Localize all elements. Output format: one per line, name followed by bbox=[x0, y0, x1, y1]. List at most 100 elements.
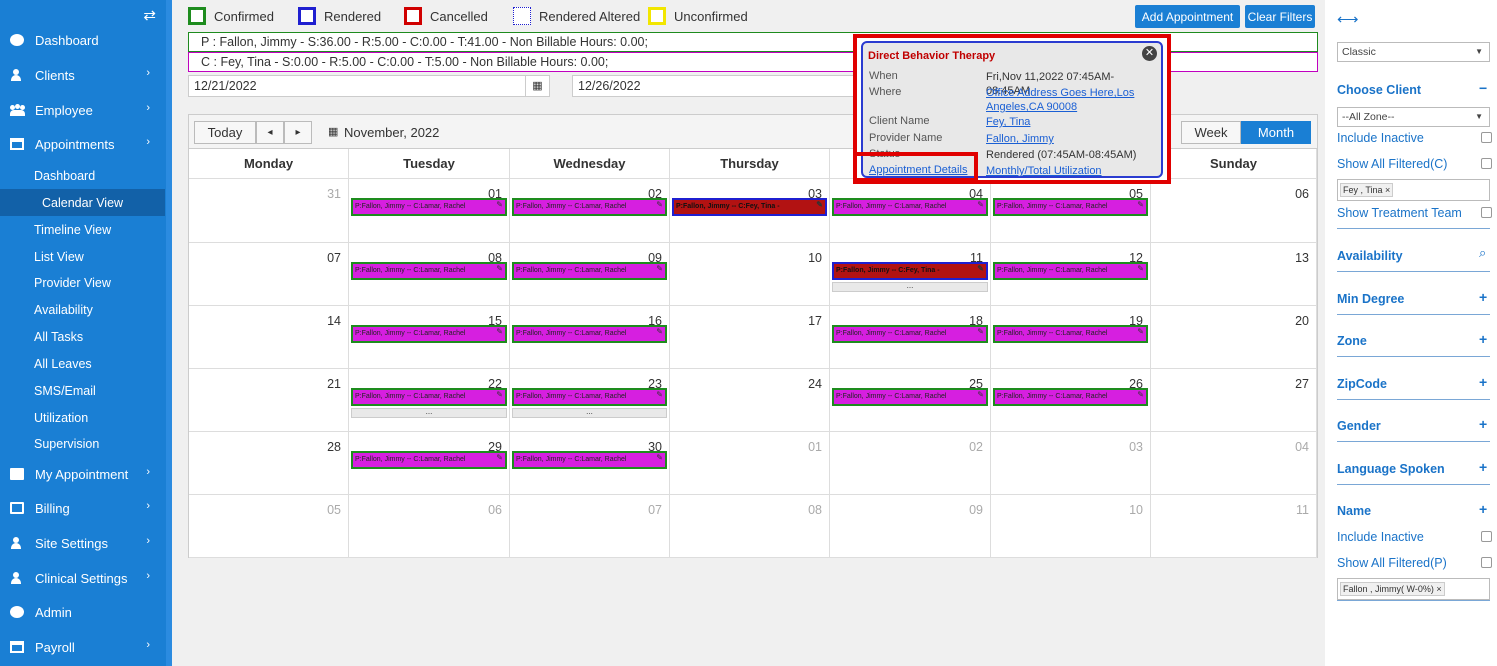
day-cell[interactable]: 20 bbox=[1151, 306, 1317, 369]
appointment-event[interactable]: P:Fallon, Jimmy -- C:Lamar, Rachel ✎ bbox=[351, 451, 507, 469]
day-cell[interactable]: 01 bbox=[670, 432, 830, 495]
day-cell[interactable]: 16 P:Fallon, Jimmy -- C:Lamar, Rachel ✎ bbox=[510, 306, 670, 369]
day-cell[interactable]: 03 bbox=[991, 432, 1151, 495]
show-all-filtered-p-checkbox[interactable] bbox=[1481, 557, 1492, 568]
day-cell[interactable]: 21 bbox=[189, 369, 349, 432]
day-cell[interactable]: 09 P:Fallon, Jimmy -- C:Lamar, Rachel ✎ bbox=[510, 243, 670, 306]
prev-month-button[interactable]: ◂ bbox=[256, 121, 284, 144]
edit-icon[interactable]: ✎ bbox=[496, 390, 503, 402]
show-all-filtered-c-checkbox[interactable] bbox=[1481, 158, 1492, 169]
appointment-event[interactable]: P:Fallon, Jimmy -- C:Lamar, Rachel ✎ bbox=[993, 325, 1148, 343]
day-cell[interactable]: 24 bbox=[670, 369, 830, 432]
day-cell[interactable]: 27 bbox=[1151, 369, 1317, 432]
sidebar-item-clients[interactable]: Clients › bbox=[0, 58, 166, 92]
clear-filters-button[interactable]: Clear Filters bbox=[1245, 5, 1315, 28]
day-cell[interactable]: 02 bbox=[830, 432, 991, 495]
appointment-event[interactable]: P:Fallon, Jimmy -- C:Lamar, Rachel ✎ bbox=[512, 388, 667, 406]
day-cell[interactable]: 18 P:Fallon, Jimmy -- C:Lamar, Rachel ✎ bbox=[830, 306, 991, 369]
sidebar-item-billing[interactable]: Billing › bbox=[0, 491, 166, 525]
popup-client-link[interactable]: Fey, Tina bbox=[986, 115, 1156, 129]
edit-icon[interactable]: ✎ bbox=[496, 453, 503, 465]
zone-label[interactable]: Zone bbox=[1337, 334, 1367, 348]
availability-label[interactable]: Availability bbox=[1337, 249, 1403, 263]
include-inactive-checkbox[interactable] bbox=[1481, 132, 1492, 143]
edit-icon[interactable]: ✎ bbox=[816, 200, 823, 212]
appointment-event[interactable]: P:Fallon, Jimmy -- C:Lamar, Rachel ✎ bbox=[351, 198, 507, 216]
expand-icon[interactable]: + bbox=[1479, 374, 1487, 390]
edit-icon[interactable]: ✎ bbox=[656, 200, 663, 212]
day-cell[interactable]: 15 P:Fallon, Jimmy -- C:Lamar, Rachel ✎ bbox=[349, 306, 510, 369]
appointment-event[interactable]: P:Fallon, Jimmy -- C:Lamar, Rachel ✎ bbox=[351, 262, 507, 280]
sidebar-item-dashboard[interactable]: Dashboard bbox=[0, 23, 166, 57]
appointment-event[interactable]: P:Fallon, Jimmy -- C:Fey, Tina - ✎ bbox=[672, 198, 827, 216]
day-cell[interactable]: 08 bbox=[670, 495, 830, 558]
sidebar-sub-list-view[interactable]: List View bbox=[0, 243, 166, 270]
appointment-event[interactable]: P:Fallon, Jimmy -- C:Fey, Tina - ✎ bbox=[832, 262, 988, 280]
sidebar-item-clinical-settings[interactable]: Clinical Settings › bbox=[0, 561, 166, 595]
expand-icon[interactable]: + bbox=[1479, 331, 1487, 347]
day-cell[interactable]: 10 bbox=[991, 495, 1151, 558]
calendar-picker-icon[interactable]: ▦ bbox=[525, 76, 549, 96]
sidebar-sub-all-leaves[interactable]: All Leaves bbox=[0, 350, 166, 377]
edit-icon[interactable]: ✎ bbox=[977, 390, 984, 402]
show-treatment-team-checkbox[interactable] bbox=[1481, 207, 1492, 218]
sidebar-sub-utilization[interactable]: Utilization bbox=[0, 404, 166, 431]
edit-icon[interactable]: ✎ bbox=[496, 327, 503, 339]
client-tag[interactable]: Fey , Tina × bbox=[1340, 183, 1394, 197]
day-cell[interactable]: 14 bbox=[189, 306, 349, 369]
day-cell[interactable]: 22 P:Fallon, Jimmy -- C:Lamar, Rachel ✎... bbox=[349, 369, 510, 432]
day-cell[interactable]: 25 P:Fallon, Jimmy -- C:Lamar, Rachel ✎ bbox=[830, 369, 991, 432]
more-events-button[interactable]: ... bbox=[832, 282, 988, 292]
gender-label[interactable]: Gender bbox=[1337, 419, 1381, 433]
edit-icon[interactable]: ✎ bbox=[656, 264, 663, 276]
appointment-event[interactable]: P:Fallon, Jimmy -- C:Lamar, Rachel ✎ bbox=[351, 325, 507, 343]
edit-icon[interactable]: ✎ bbox=[977, 200, 984, 212]
appointment-event[interactable]: P:Fallon, Jimmy -- C:Lamar, Rachel ✎ bbox=[993, 198, 1148, 216]
popup-provider-link[interactable]: Fallon, Jimmy bbox=[986, 132, 1156, 146]
day-cell[interactable]: 19 P:Fallon, Jimmy -- C:Lamar, Rachel ✎ bbox=[991, 306, 1151, 369]
client-tag-input[interactable]: Fey , Tina × bbox=[1337, 179, 1490, 201]
day-cell[interactable]: 13 bbox=[1151, 243, 1317, 306]
appointment-event[interactable]: P:Fallon, Jimmy -- C:Lamar, Rachel ✎ bbox=[512, 198, 667, 216]
day-cell[interactable]: 01 P:Fallon, Jimmy -- C:Lamar, Rachel ✎ bbox=[349, 179, 510, 243]
next-month-button[interactable]: ▸ bbox=[284, 121, 312, 144]
sidebar-item-payroll[interactable]: Payroll › bbox=[0, 630, 166, 664]
day-cell[interactable]: 04 bbox=[1151, 432, 1317, 495]
end-date-input[interactable]: 12/26/2022 bbox=[572, 75, 862, 97]
day-cell[interactable]: 07 bbox=[510, 495, 670, 558]
edit-icon[interactable]: ✎ bbox=[1137, 390, 1144, 402]
today-button[interactable]: Today bbox=[194, 121, 256, 144]
week-view-button[interactable]: Week bbox=[1181, 121, 1241, 144]
close-icon[interactable]: ✕ bbox=[1142, 46, 1157, 61]
sidebar-sub-calendar-view[interactable]: Calendar View bbox=[0, 189, 165, 216]
day-cell[interactable]: 05 bbox=[189, 495, 349, 558]
day-cell[interactable]: 03 P:Fallon, Jimmy -- C:Fey, Tina - ✎ bbox=[670, 179, 830, 243]
add-appointment-button[interactable]: Add Appointment bbox=[1135, 5, 1240, 28]
appointment-event[interactable]: P:Fallon, Jimmy -- C:Lamar, Rachel ✎ bbox=[993, 262, 1148, 280]
swap-icon[interactable]: ⟷ bbox=[1337, 10, 1359, 28]
day-cell[interactable]: 04 P:Fallon, Jimmy -- C:Lamar, Rachel ✎ bbox=[830, 179, 991, 243]
edit-icon[interactable]: ✎ bbox=[656, 453, 663, 465]
provider-tag-input[interactable]: Fallon , Jimmy( W-0%) × bbox=[1337, 578, 1490, 600]
day-cell[interactable]: 30 P:Fallon, Jimmy -- C:Lamar, Rachel ✎ bbox=[510, 432, 670, 495]
provider-tag[interactable]: Fallon , Jimmy( W-0%) × bbox=[1340, 582, 1445, 596]
view-select[interactable]: Classic ▼ bbox=[1337, 42, 1490, 62]
language-spoken-label[interactable]: Language Spoken bbox=[1337, 462, 1445, 476]
day-cell[interactable]: 05 P:Fallon, Jimmy -- C:Lamar, Rachel ✎ bbox=[991, 179, 1151, 243]
day-cell[interactable]: 31 bbox=[189, 179, 349, 243]
appointment-event[interactable]: P:Fallon, Jimmy -- C:Lamar, Rachel ✎ bbox=[512, 262, 667, 280]
sidebar-toggle-icon[interactable]: ⇄ bbox=[143, 6, 156, 24]
day-cell[interactable]: 12 P:Fallon, Jimmy -- C:Lamar, Rachel ✎ bbox=[991, 243, 1151, 306]
edit-icon[interactable]: ✎ bbox=[977, 264, 984, 276]
sidebar-sub-provider-view[interactable]: Provider View bbox=[0, 269, 166, 296]
search-icon[interactable]: ⌕ bbox=[1479, 245, 1486, 261]
appointment-event[interactable]: P:Fallon, Jimmy -- C:Lamar, Rachel ✎ bbox=[832, 325, 988, 343]
month-view-button[interactable]: Month bbox=[1241, 121, 1311, 144]
sidebar-sub-supervision[interactable]: Supervision bbox=[0, 430, 166, 457]
choose-client-label[interactable]: Choose Client bbox=[1337, 83, 1421, 97]
day-cell[interactable]: 08 P:Fallon, Jimmy -- C:Lamar, Rachel ✎ bbox=[349, 243, 510, 306]
expand-icon[interactable]: + bbox=[1479, 501, 1487, 517]
day-cell[interactable]: 02 P:Fallon, Jimmy -- C:Lamar, Rachel ✎ bbox=[510, 179, 670, 243]
day-cell[interactable]: 29 P:Fallon, Jimmy -- C:Lamar, Rachel ✎ bbox=[349, 432, 510, 495]
day-cell[interactable]: 06 bbox=[349, 495, 510, 558]
